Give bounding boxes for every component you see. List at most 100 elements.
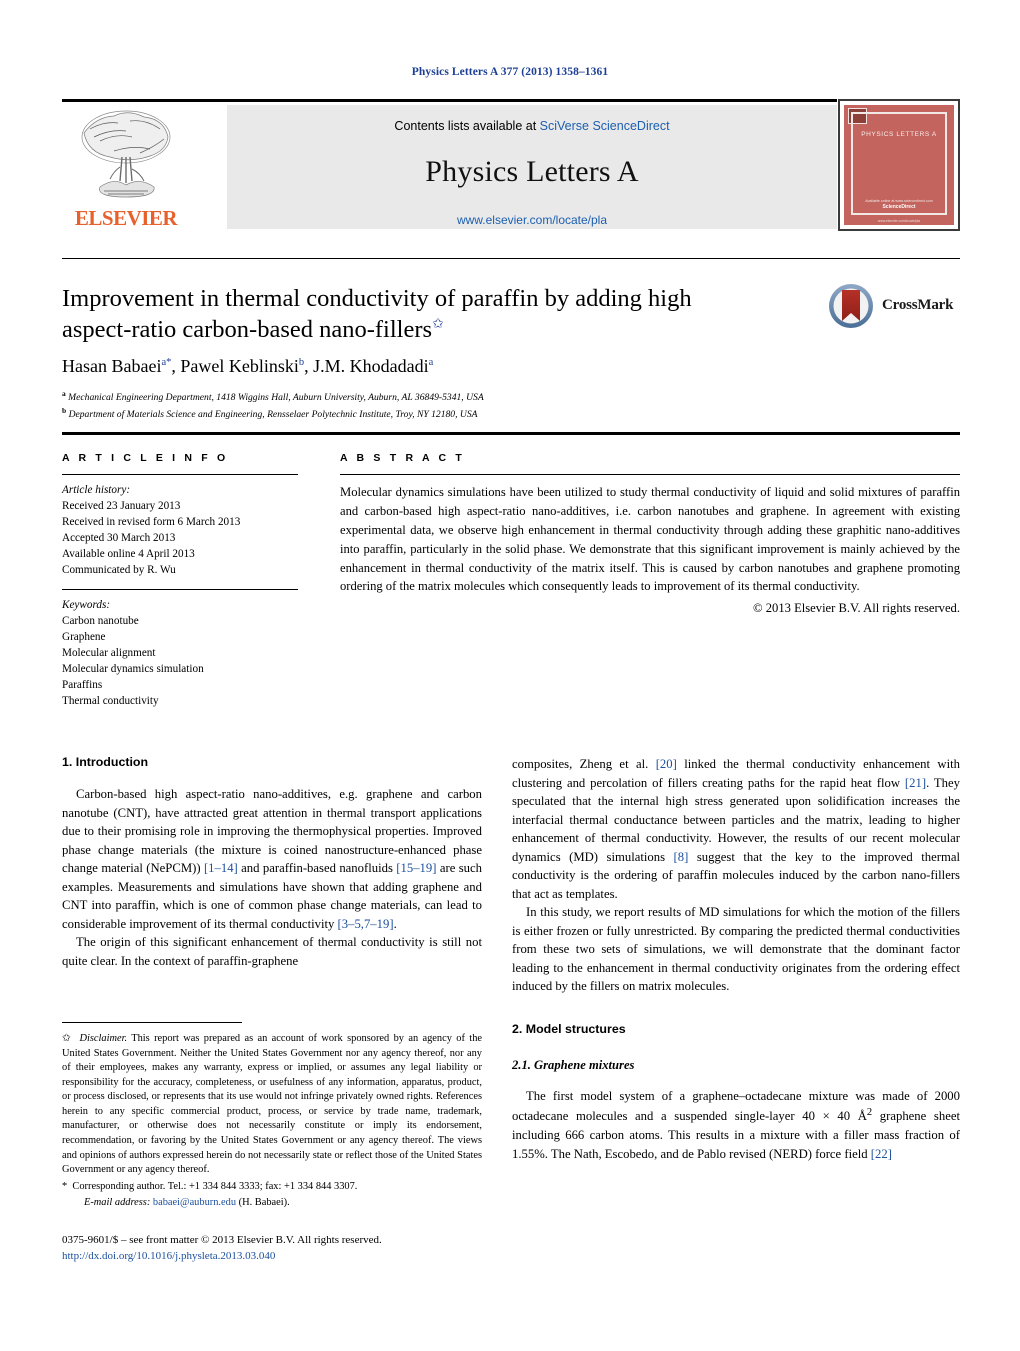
journal-cover-thumbnail[interactable]: PHYSICS LETTERS A Available online at ww…: [838, 99, 960, 231]
author-name: Hasan Babaei: [62, 356, 162, 376]
abstract-column: A B S T R A C T Molecular dynamics simul…: [340, 452, 960, 616]
email-link[interactable]: babaei@auburn.edu: [153, 1197, 236, 1208]
author-name: J.M. Khodadadi: [313, 356, 429, 376]
title-footnote-marker[interactable]: ✩: [432, 317, 444, 332]
footnote-email: E-mail address: babaei@auburn.edu (H. Ba…: [62, 1196, 482, 1211]
journal-band: Contents lists available at SciVerse Sci…: [227, 105, 837, 229]
p1-part-b: and paraffin-based nanofluids: [237, 861, 397, 876]
paper-page: Physics Letters A 377 (2013) 1358–1361 E…: [0, 0, 1020, 1351]
journal-url-link[interactable]: www.elsevier.com/locate/pla: [227, 213, 837, 227]
affiliation-text: Mechanical Engineering Department, 1418 …: [68, 392, 484, 404]
footnote-disclaimer: ✩ Disclaimer. This report was prepared a…: [62, 1032, 482, 1178]
article-info-column: A R T I C L E I N F O Article history: R…: [62, 452, 318, 710]
keyword-item: Carbon nanotube: [62, 615, 139, 628]
footnote-block: ✩ Disclaimer. This report was prepared a…: [62, 1032, 482, 1213]
crossmark-label: CrossMark: [882, 297, 954, 313]
intro-paragraph-3: composites, Zheng et al. [20] linked the…: [512, 755, 960, 903]
elsevier-wordmark: ELSEVIER: [74, 206, 178, 230]
running-head: Physics Letters A 377 (2013) 1358–1361: [411, 66, 609, 78]
abstract-heading: A B S T R A C T: [340, 452, 465, 464]
keyword-item: Molecular dynamics simulation: [62, 663, 204, 676]
citation-ref[interactable]: [3–5,7–19]: [338, 917, 394, 931]
sciencedirect-link[interactable]: SciVerse ScienceDirect: [540, 119, 670, 133]
cover-journal-title: PHYSICS LETTERS A: [861, 131, 937, 138]
cover-art: PHYSICS LETTERS A Available online at ww…: [844, 105, 954, 225]
intro-paragraph-4: In this study, we report results of MD s…: [512, 905, 960, 994]
history-item: Accepted 30 March 2013: [62, 531, 176, 544]
cover-foot-availability: Available online at www.sciencedirect.co…: [865, 199, 933, 203]
article-info-rule: [62, 474, 298, 475]
corresponding-marker: *: [62, 1180, 68, 1192]
history-item: Available online 4 April 2013: [62, 547, 195, 560]
article-history-label: Article history:: [62, 484, 131, 496]
citation-ref[interactable]: [20]: [656, 757, 677, 771]
issn-line: 0375-9601/$ – see front matter © 2013 El…: [62, 1234, 382, 1246]
contents-available-line: Contents lists available at SciVerse Sci…: [227, 119, 837, 133]
doi-link[interactable]: http://dx.doi.org/10.1016/j.physleta.201…: [62, 1249, 482, 1265]
elsevier-tree-icon: [81, 110, 171, 198]
keyword-item: Molecular alignment: [62, 647, 156, 660]
author-name: Pawel Keblinski: [180, 356, 299, 376]
email-owner: (H. Babaei).: [238, 1197, 290, 1209]
keywords-group: Keywords: Carbon nanotube Graphene Molec…: [62, 598, 318, 709]
history-item: Communicated by R. Wu: [62, 563, 176, 576]
keyword-item: Graphene: [62, 631, 106, 644]
author-affil-marker[interactable]: a: [429, 357, 434, 368]
affiliation-text: Department of Materials Science and Engi…: [68, 409, 478, 421]
elsevier-logo: ELSEVIER: [62, 105, 190, 229]
history-item: Received in revised form 6 March 2013: [62, 515, 241, 528]
keywords-separator-rule: [62, 589, 298, 591]
crossmark-logo[interactable]: CrossMark: [828, 283, 960, 335]
citation-ref[interactable]: [21]: [905, 776, 926, 790]
page-title: Improvement in thermal conductivity of p…: [62, 283, 762, 346]
history-item: Received 23 January 2013: [62, 499, 181, 512]
keywords-label: Keywords:: [62, 599, 111, 612]
affiliation-item: a Mechanical Engineering Department, 141…: [62, 388, 802, 405]
contents-prefix: Contents lists available at: [394, 119, 540, 133]
title-separator-rule: [62, 258, 960, 259]
body-column-left: 1. Introduction Carbon-based high aspect…: [62, 755, 482, 970]
citation-ref[interactable]: [8]: [674, 850, 689, 864]
body-column-right: composites, Zheng et al. [20] linked the…: [512, 755, 960, 1163]
abstract-rule: [340, 474, 960, 475]
affiliation-item: b Department of Materials Science and En…: [62, 405, 802, 422]
subsection-heading-graphene-mixtures: 2.1. Graphene mixtures: [512, 1057, 635, 1072]
intro-paragraph-2: The origin of this significant enhanceme…: [62, 935, 482, 968]
p3-part-a: composites, Zheng et al.: [512, 757, 656, 771]
p1-part-d: .: [393, 916, 397, 931]
keyword-item: Thermal conductivity: [62, 694, 159, 707]
section-heading-introduction: 1. Introduction: [62, 755, 149, 769]
author-corresponding-marker[interactable]: *: [166, 357, 171, 368]
section-heading-model-structures: 2. Model structures: [512, 1021, 626, 1036]
footnote-corresponding-author: * Corresponding author. Tel.: +1 334 844…: [62, 1180, 482, 1195]
imprint-block: 0375-9601/$ – see front matter © 2013 El…: [62, 1233, 482, 1265]
citation-ref[interactable]: [1–14]: [204, 861, 238, 875]
title-line-1: Improvement in thermal conductivity of p…: [62, 285, 692, 312]
title-line-2: aspect-ratio carbon-based nano-fillers: [62, 316, 433, 344]
author-list: Hasan Babaeia*, Pawel Keblinskib, J.M. K…: [62, 356, 434, 376]
disclaimer-marker: ✩: [62, 1033, 71, 1044]
journal-masthead: ELSEVIER Contents lists available at Sci…: [62, 99, 960, 231]
masthead-top-rule: [62, 99, 837, 102]
affiliation-list: a Mechanical Engineering Department, 141…: [62, 388, 802, 423]
intro-paragraph-1: Carbon-based high aspect-ratio nano-addi…: [62, 785, 482, 933]
disclaimer-label: Disclaimer.: [79, 1033, 128, 1044]
author-affil-marker[interactable]: b: [299, 357, 304, 368]
citation-ref[interactable]: [22]: [871, 1147, 892, 1161]
keyword-item: Paraffins: [62, 678, 103, 691]
affiliation-marker: b: [62, 406, 67, 416]
affiliation-marker: a: [62, 389, 66, 398]
citation-ref[interactable]: [15–19]: [396, 861, 436, 875]
journal-title: Physics Letters A: [425, 155, 639, 188]
email-label: E-mail address:: [84, 1197, 151, 1209]
cover-foot-brand: ScienceDirect: [882, 204, 916, 210]
article-info-heading: A R T I C L E I N F O: [62, 452, 229, 464]
corresponding-text: Corresponding author. Tel.: +1 334 844 3…: [72, 1180, 358, 1192]
footnote-separator-rule: [62, 1022, 242, 1023]
abstract-text: Molecular dynamics simulations have been…: [340, 485, 960, 594]
graphene-mixtures-paragraph-1: The first model system of a graphene–oct…: [512, 1087, 960, 1163]
article-history-group: Article history: Received 23 January 201…: [62, 483, 318, 578]
cover-foot-url: www.elsevier.com/locate/pla: [877, 219, 921, 223]
disclaimer-text: This report was prepared as an account o…: [62, 1033, 482, 1176]
info-band-rule: [62, 432, 960, 435]
